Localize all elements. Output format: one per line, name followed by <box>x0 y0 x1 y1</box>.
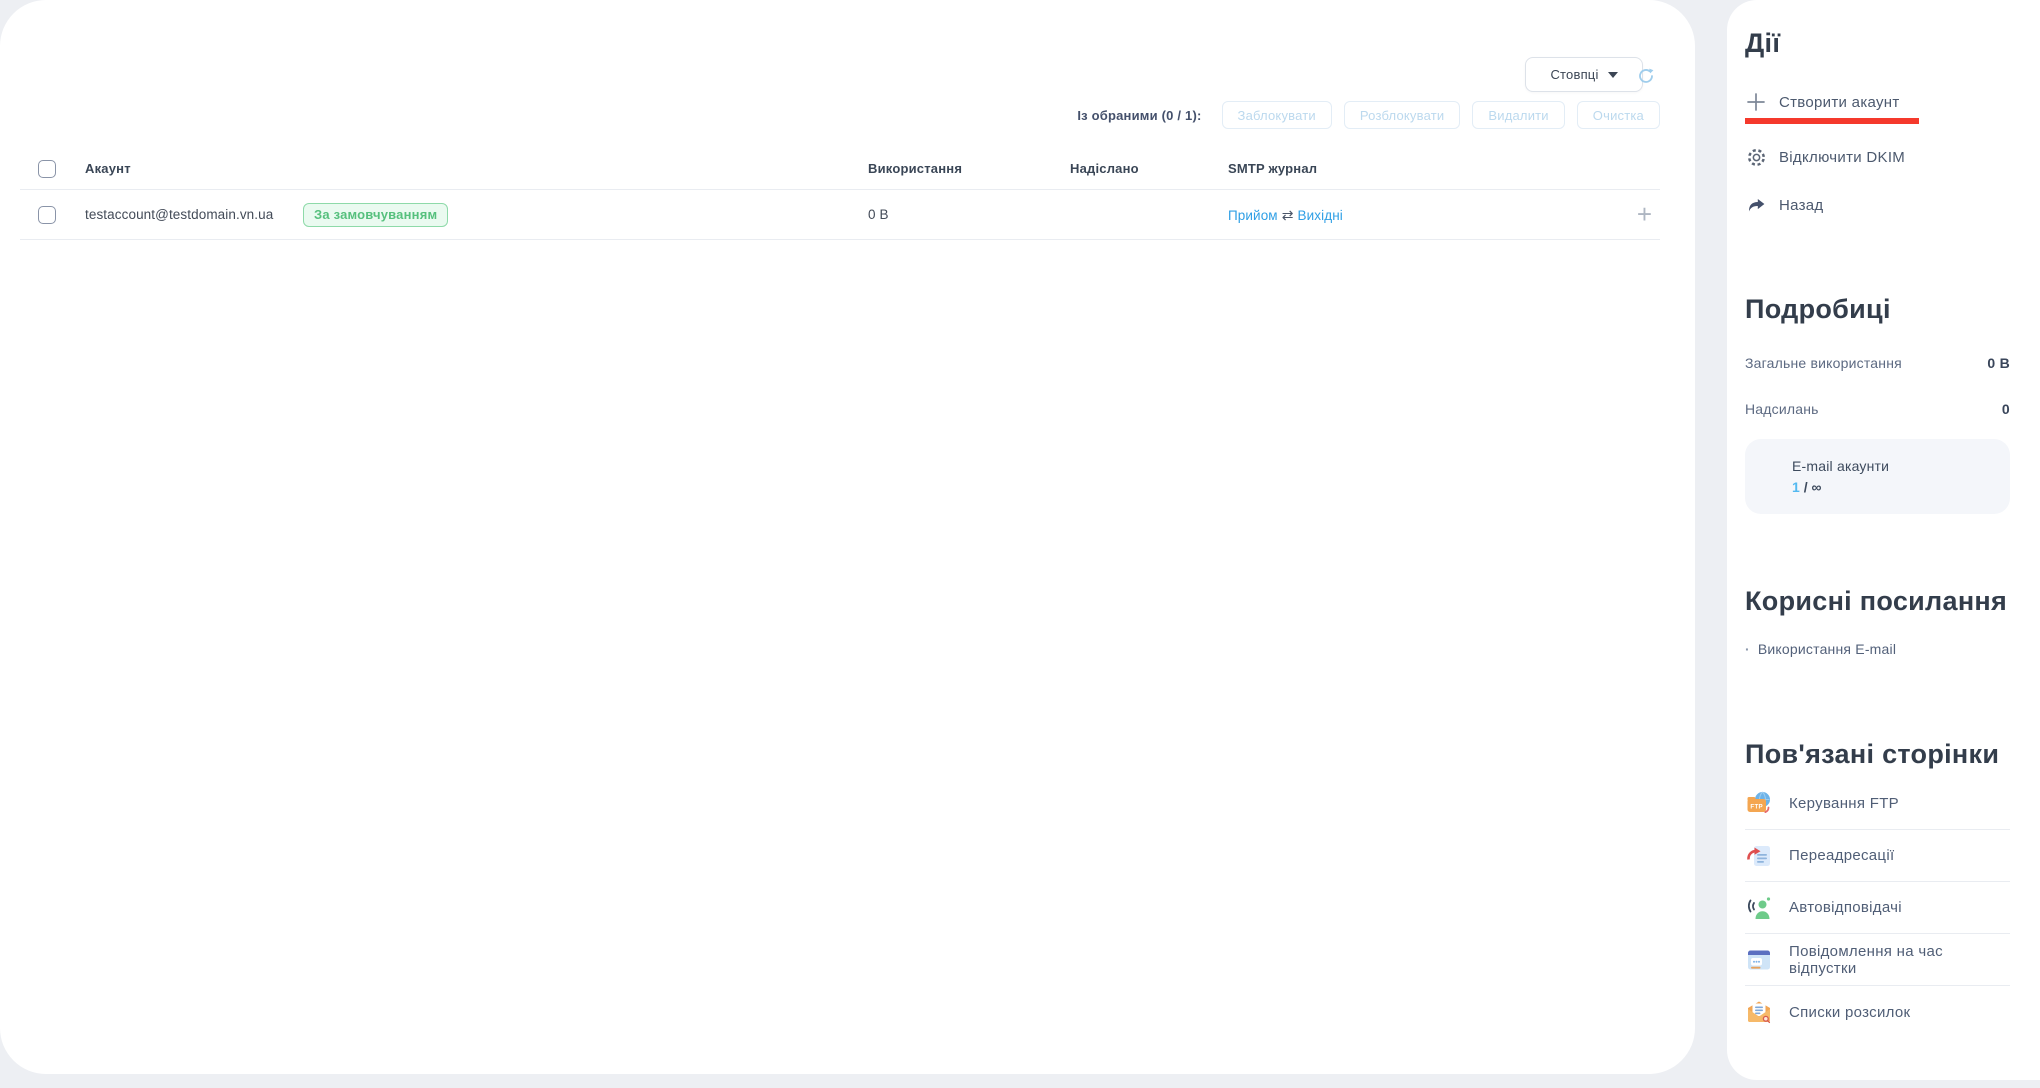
quota-separator: / <box>1804 479 1808 495</box>
total-usage-row: Загальне використання 0 B <box>1745 355 2010 371</box>
account-email: testaccount@testdomain.vn.ua <box>85 190 273 240</box>
svg-text:FTP: FTP <box>1750 803 1763 810</box>
smtp-incoming-link[interactable]: Прийом <box>1228 208 1278 223</box>
related-pages-list: FTP Керування FTP Переадресації <box>1745 778 2010 1038</box>
chevron-down-icon <box>1608 72 1618 78</box>
quota-label: E-mail акаунти <box>1792 458 1994 474</box>
actions-section-title: Дії <box>1745 28 2010 59</box>
usage-value: 0 B <box>868 190 889 240</box>
useful-links-section-title: Корисні посилання <box>1745 586 2010 617</box>
disable-dkim-label: Відключити DKIM <box>1779 149 1905 166</box>
block-button[interactable]: Заблокувати <box>1222 101 1332 129</box>
related-item-label: Автовідповідачі <box>1789 899 1902 916</box>
email-usage-link-label: Використання E-mail <box>1758 641 1896 657</box>
column-header-sent: Надіслано <box>1070 148 1139 190</box>
email-usage-link[interactable]: · Використання E-mail <box>1745 641 2010 657</box>
smtp-log-links: Прийом⇄Вихідні <box>1228 190 1343 241</box>
details-section-title: Подробиці <box>1745 294 2010 325</box>
row-checkbox[interactable] <box>38 206 56 224</box>
smtp-outgoing-link[interactable]: Вихідні <box>1298 208 1343 223</box>
table-row: testaccount@testdomain.vn.ua За замовчув… <box>20 190 1660 240</box>
column-header-usage: Використання <box>868 148 962 190</box>
vacation-message-icon <box>1745 946 1773 974</box>
columns-dropdown-button[interactable]: Стовпці <box>1525 57 1643 92</box>
related-item-ftp[interactable]: FTP Керування FTP <box>1745 778 2010 830</box>
related-item-label: Переадресації <box>1789 847 1894 864</box>
sendings-value: 0 <box>2002 401 2010 417</box>
forwarding-icon <box>1745 842 1773 870</box>
selected-count-label: Із обраними (0 / 1): <box>1077 108 1201 123</box>
columns-dropdown-label: Стовпці <box>1550 67 1598 82</box>
back-arrow-icon <box>1745 194 1767 216</box>
gear-icon <box>1745 146 1767 168</box>
total-usage-label: Загальне використання <box>1745 355 1902 371</box>
total-usage-value: 0 B <box>1987 355 2010 371</box>
create-account-label: Створити акаунт <box>1779 94 1900 111</box>
column-header-account: Акаунт <box>85 148 131 190</box>
default-badge: За замовчуванням <box>303 203 448 227</box>
disable-dkim-action[interactable]: Відключити DKIM <box>1745 146 2010 168</box>
clear-button[interactable]: Очистка <box>1577 101 1660 129</box>
mailing-list-icon <box>1745 998 1773 1026</box>
back-action[interactable]: Назад <box>1745 194 2010 216</box>
related-pages-section-title: Пов'язані сторінки <box>1745 739 2010 770</box>
sidebar: Дії Створити акаунт Відключити DKIM Наза… <box>1727 0 2040 1080</box>
related-item-vacation-message[interactable]: Повідомлення на час відпустки <box>1745 934 2010 986</box>
bulk-actions-bar: Із обраними (0 / 1): Заблокувати Розблок… <box>1077 101 1660 129</box>
related-item-forwarding[interactable]: Переадресації <box>1745 830 2010 882</box>
refresh-icon[interactable] <box>1636 66 1656 86</box>
expand-row-plus-icon[interactable]: + <box>1637 190 1652 238</box>
active-action-underline <box>1745 118 1919 124</box>
select-all-checkbox[interactable] <box>38 160 56 178</box>
quota-used-count: 1 <box>1792 479 1800 495</box>
sendings-row: Надсилань 0 <box>1745 401 2010 417</box>
delete-button[interactable]: Видалити <box>1472 101 1564 129</box>
email-accounts-panel: Стовпці Із обраними (0 / 1): Заблокувати… <box>0 0 1695 1074</box>
column-header-smtp-log: SMTP журнал <box>1228 148 1317 190</box>
sendings-label: Надсилань <box>1745 401 1819 417</box>
related-item-mailing-lists[interactable]: Списки розсилок <box>1745 986 2010 1038</box>
autoresponder-icon <box>1745 894 1773 922</box>
table-header-row: Акаунт Використання Надіслано SMTP журна… <box>20 148 1660 190</box>
unblock-button[interactable]: Розблокувати <box>1344 101 1460 129</box>
related-item-autoresponders[interactable]: Автовідповідачі <box>1745 882 2010 934</box>
related-item-label: Списки розсилок <box>1789 1004 1910 1021</box>
email-accounts-quota-card: E-mail акаунти 1 / ∞ <box>1745 439 2010 514</box>
exchange-arrows-icon: ⇄ <box>1278 207 1298 223</box>
related-item-label: Повідомлення на час відпустки <box>1789 943 2010 977</box>
quota-value: 1 / ∞ <box>1792 479 1994 495</box>
back-label: Назад <box>1779 197 1823 214</box>
create-account-action[interactable]: Створити акаунт <box>1745 91 2010 113</box>
ftp-icon: FTP <box>1745 790 1773 818</box>
infinity-symbol: ∞ <box>1811 479 1821 495</box>
plus-icon <box>1745 91 1767 113</box>
bullet-dot: · <box>1745 641 1750 657</box>
related-item-label: Керування FTP <box>1789 795 1899 812</box>
